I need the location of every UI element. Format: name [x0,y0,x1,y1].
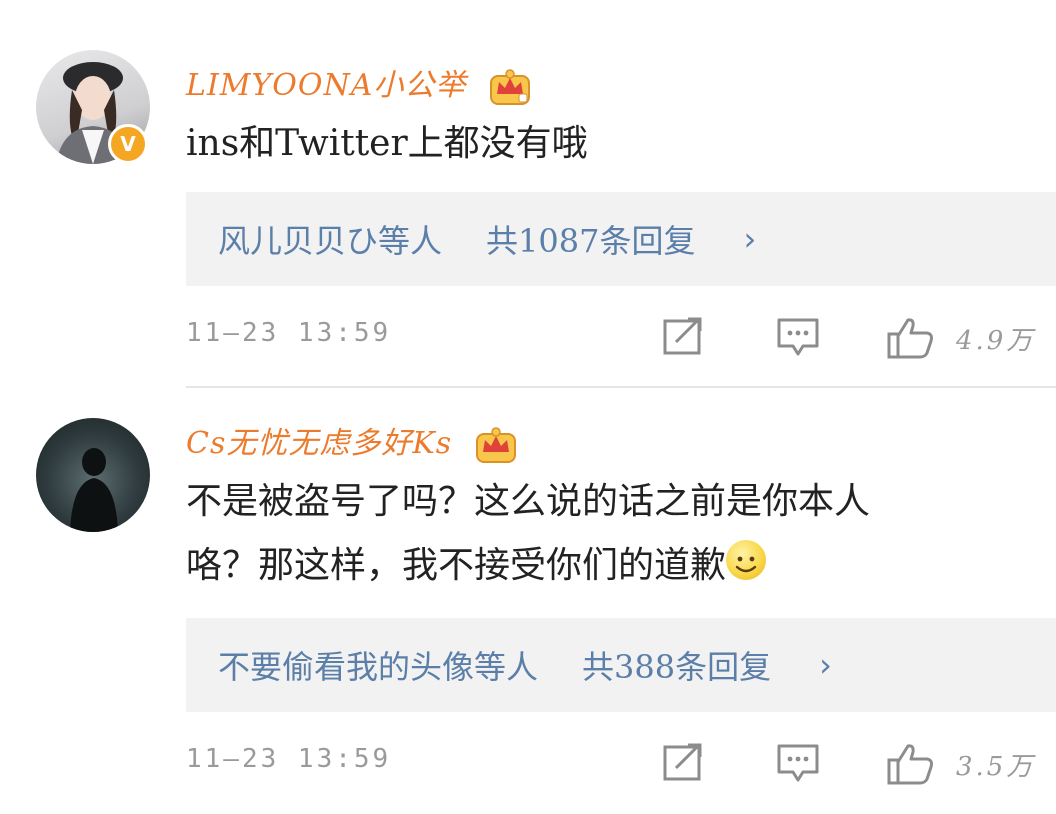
username[interactable]: LIMYOONA小公举 [186,60,531,106]
like-icon[interactable] [886,316,936,364]
username[interactable]: Cs无忧无虑多好Ks [186,418,517,464]
like-count: 4.9万 [956,326,1036,356]
comment-2: Cs无忧无虑多好Ks 不是被盗号了吗？这么说的话之前是你本人咯？那这样，我不接受… [0,388,1056,814]
comment-icon[interactable] [776,316,820,362]
crown-badge-icon[interactable] [475,426,517,464]
username-text[interactable]: LIMYOONA小公举 [186,68,466,103]
reply-people: 不要偷看我的头像等人 [218,648,539,686]
comment-icon[interactable] [776,742,820,788]
reply-preview-link[interactable]: 风儿贝贝ひ等人 共1087条回复 › [186,192,1056,286]
timestamp: 11—23 13:59 [186,318,392,348]
comment-text: 不是被盗号了吗？这么说的话之前是你本人咯？那这样，我不接受你们的道歉 [186,470,906,598]
comment-footer: 11—23 13:59 4.9万 [186,308,1056,364]
verified-badge-icon: V [108,124,148,164]
chevron-right-icon: › [819,646,832,684]
reply-total: 共388条回复 [582,648,772,686]
comment-text-body: 不是被盗号了吗？这么说的话之前是你本人咯？那这样，我不接受你们的道歉 [186,481,871,586]
username-text[interactable]: Cs无忧无虑多好Ks [186,426,452,461]
smile-emoji-icon [726,540,767,580]
comment-text: ins和Twitter上都没有哦 [186,123,588,164]
like-count: 3.5万 [956,752,1036,782]
reply-preview-link[interactable]: 不要偷看我的头像等人 共388条回复 › [186,618,1056,712]
avatar[interactable] [36,418,150,532]
chevron-right-icon: › [743,220,757,258]
reply-people: 风儿贝贝ひ等人 [218,222,443,260]
share-icon[interactable] [662,742,704,786]
share-icon[interactable] [662,316,704,360]
comment-footer: 11—23 13:59 3.5万 [186,734,1056,790]
crown-badge-icon[interactable] [489,68,531,106]
like-icon[interactable] [886,742,936,790]
comment-1: V LIMYOONA小公举 ins和Twitter上都没有哦 风儿贝贝ひ等人 共… [0,0,1056,388]
timestamp: 11—23 13:59 [186,744,392,774]
reply-total: 共1087条回复 [486,222,696,260]
